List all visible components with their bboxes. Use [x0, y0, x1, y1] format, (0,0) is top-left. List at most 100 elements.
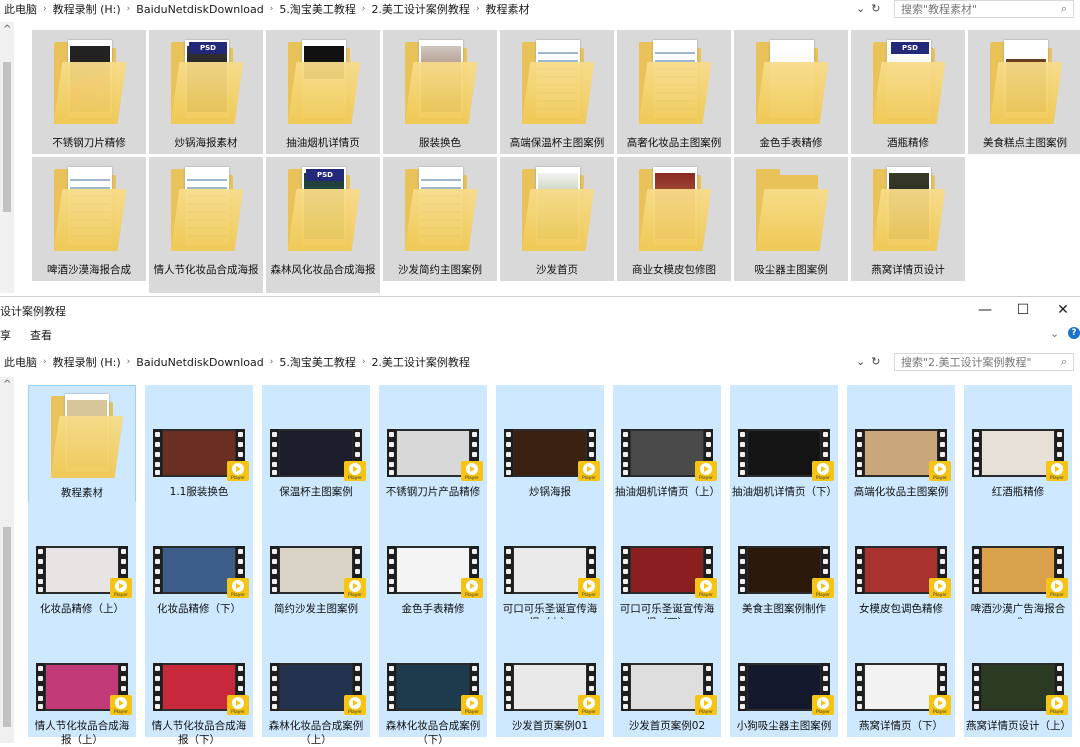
video-file-tile[interactable]: Player 1.1服装换色 [145, 385, 253, 503]
video-file-tile[interactable]: Player 抽油烟机详情页（上） [613, 385, 721, 503]
ribbon-expand-icon[interactable]: ⌄ [1050, 327, 1059, 340]
folder-tile[interactable]: 不锈钢刀片精修 [32, 30, 146, 154]
breadcrumb[interactable]: 此电脑 › 教程录制 (H:) › BaiduNetdiskDownload › 5.淘宝美… [0, 354, 474, 370]
vertical-scrollbar[interactable]: ^ [0, 22, 14, 293]
search-input[interactable]: 搜索"教程素材" ⌕ [894, 0, 1074, 18]
folder-tile[interactable]: PSD 森林风化妆品合成海报 [266, 157, 380, 293]
breadcrumb-separator-icon[interactable]: › [474, 4, 482, 14]
address-bar[interactable]: 此电脑 › 教程录制 (H:) › BaiduNetdiskDownload › 5.淘宝美… [0, 0, 1080, 18]
breadcrumb-item[interactable]: 5.淘宝美工教程 [275, 354, 360, 370]
video-file-tile[interactable]: Player 化妆品精修（下） [145, 502, 253, 620]
file-label: 沙发首页案例01 [511, 720, 589, 732]
video-file-tile[interactable]: Player 高端化妆品主图案例 [847, 385, 955, 503]
video-file-tile[interactable]: Player 不锈钢刀片产品精修 [379, 385, 487, 503]
folder-tile[interactable]: 情人节化妆品合成海报 [149, 157, 263, 293]
video-file-tile[interactable]: Player 情人节化妆品合成海报（上） [28, 619, 136, 746]
video-file-tile[interactable]: Player 情人节化妆品合成海报（下） [145, 619, 253, 746]
video-file-tile[interactable]: Player啤酒沙漠广告海报合成 [964, 502, 1072, 629]
video-file-tile[interactable]: Player 燕窝详情页（下） [847, 619, 955, 737]
file-label: 情人节化妆品合成海报（下） [151, 720, 247, 746]
breadcrumb-separator-icon[interactable]: › [268, 4, 276, 14]
video-file-tile[interactable]: Player 森林化妆品合成案例（上） [262, 619, 370, 746]
breadcrumb-separator-icon[interactable]: › [41, 357, 49, 367]
tab-view[interactable]: 查看 [30, 327, 52, 343]
folder-tile[interactable]: 教程素材 [28, 385, 136, 503]
psd-badge: PSD [306, 169, 344, 181]
folder-tile[interactable]: PSD 炒锅海报素材 [149, 30, 263, 154]
folder-tile[interactable]: 沙发简约主图案例 [383, 157, 497, 281]
video-file-tile[interactable]: Player 女模皮包调色精修 [847, 502, 955, 620]
video-thumbnail: Player [153, 546, 249, 598]
scrollbar-thumb[interactable] [3, 527, 11, 727]
breadcrumb-item[interactable]: 5.淘宝美工教程 [275, 1, 360, 17]
search-input[interactable]: 搜索"2.美工设计案例教程" ⌕ [894, 353, 1074, 371]
refresh-icon[interactable]: ↻ [871, 2, 880, 15]
player-badge-icon: Player [1046, 461, 1068, 481]
breadcrumb-separator-icon[interactable]: › [360, 357, 368, 367]
folder-tile[interactable]: 沙发首页 [500, 157, 614, 281]
file-label: 简约沙发主图案例 [274, 603, 358, 615]
breadcrumb-item[interactable]: 教程录制 (H:) [49, 1, 125, 17]
history-dropdown-icon[interactable]: ⌄ [856, 355, 865, 368]
breadcrumb-separator-icon[interactable]: › [125, 357, 133, 367]
folder-tile[interactable]: 高端保温杯主图案例 [500, 30, 614, 154]
player-badge-icon: Player [929, 461, 951, 481]
folder-tile[interactable]: 服装换色 [383, 30, 497, 154]
video-file-tile[interactable]: Player可口可乐圣诞宣传海报（上） [496, 502, 604, 629]
breadcrumb-item[interactable]: 此电脑 [0, 354, 41, 370]
video-file-tile[interactable]: Player 保温杯主图案例 [262, 385, 370, 503]
breadcrumb-item[interactable]: 教程录制 (H:) [49, 354, 125, 370]
psd-badge: PSD [891, 42, 929, 54]
folder-tile[interactable]: 美食糕点主图案例 [968, 30, 1080, 154]
video-file-tile[interactable]: Player 金色手表精修 [379, 502, 487, 620]
folder-tile[interactable]: 啤酒沙漠海报合成 [32, 157, 146, 281]
breadcrumb-item[interactable]: 2.美工设计案例教程 [367, 1, 474, 17]
player-badge-icon: Player [695, 578, 717, 598]
breadcrumb-item[interactable]: BaiduNetdiskDownload [132, 3, 267, 16]
video-file-tile[interactable]: Player 抽油烟机详情页（下） [730, 385, 838, 503]
refresh-icon[interactable]: ↻ [871, 355, 880, 368]
breadcrumb-item[interactable]: 教程素材 [482, 1, 534, 17]
video-file-tile[interactable]: Player 沙发首页案例02 [613, 619, 721, 737]
vertical-scrollbar[interactable]: ^ [0, 377, 14, 743]
breadcrumb-separator-icon[interactable]: › [125, 4, 133, 14]
address-bar[interactable]: 此电脑 › 教程录制 (H:) › BaiduNetdiskDownload › 5.淘宝美… [0, 353, 1080, 371]
minimize-button[interactable]: — [970, 300, 1000, 320]
help-icon[interactable]: ? [1068, 327, 1080, 339]
folder-icon: PSD [287, 167, 361, 253]
folder-tile[interactable]: 吸尘器主图案例 [734, 157, 848, 281]
video-file-tile[interactable]: Player 燕窝详情页设计（上） [964, 619, 1072, 737]
breadcrumb-separator-icon[interactable]: › [41, 4, 49, 14]
video-file-tile[interactable]: Player 森林化妆品合成案例（下） [379, 619, 487, 746]
breadcrumb-item[interactable]: 2.美工设计案例教程 [367, 354, 474, 370]
folder-icon [170, 167, 244, 253]
close-button[interactable]: ✕ [1048, 300, 1078, 320]
title-bar[interactable]: 设计案例教程 — ☐ ✕ [0, 297, 1080, 323]
maximize-button[interactable]: ☐ [1008, 300, 1038, 320]
scroll-up-icon[interactable]: ^ [3, 379, 11, 390]
folder-tile[interactable]: 抽油烟机详情页 [266, 30, 380, 154]
player-badge-icon: Player [461, 461, 483, 481]
breadcrumb-item[interactable]: 此电脑 [0, 1, 41, 17]
video-file-tile[interactable]: Player 简约沙发主图案例 [262, 502, 370, 620]
folder-tile[interactable]: 商业女模皮包修图 [617, 157, 731, 281]
breadcrumb[interactable]: 此电脑 › 教程录制 (H:) › BaiduNetdiskDownload › 5.淘宝美… [0, 1, 534, 17]
video-file-tile[interactable]: Player 红酒瓶精修 [964, 385, 1072, 503]
video-file-tile[interactable]: Player可口可乐圣诞宣传海报（下） [613, 502, 721, 629]
tab-share[interactable]: 享 [0, 327, 11, 343]
breadcrumb-separator-icon[interactable]: › [268, 357, 276, 367]
folder-tile[interactable]: 燕窝详情页设计 [851, 157, 965, 281]
scrollbar-thumb[interactable] [3, 62, 11, 212]
folder-tile[interactable]: 高奢化妆品主图案例 [617, 30, 731, 154]
scroll-up-icon[interactable]: ^ [3, 24, 11, 35]
folder-tile[interactable]: PSD 酒瓶精修 [851, 30, 965, 154]
video-file-tile[interactable]: Player 化妆品精修（上） [28, 502, 136, 620]
video-file-tile[interactable]: Player 炒锅海报 [496, 385, 604, 503]
video-file-tile[interactable]: Player 沙发首页案例01 [496, 619, 604, 737]
breadcrumb-separator-icon[interactable]: › [360, 4, 368, 14]
video-file-tile[interactable]: Player 美食主图案例制作 [730, 502, 838, 620]
breadcrumb-item[interactable]: BaiduNetdiskDownload [132, 356, 267, 369]
video-file-tile[interactable]: Player 小狗吸尘器主图案例 [730, 619, 838, 737]
folder-tile[interactable]: 金色手表精修 [734, 30, 848, 154]
history-dropdown-icon[interactable]: ⌄ [856, 2, 865, 15]
